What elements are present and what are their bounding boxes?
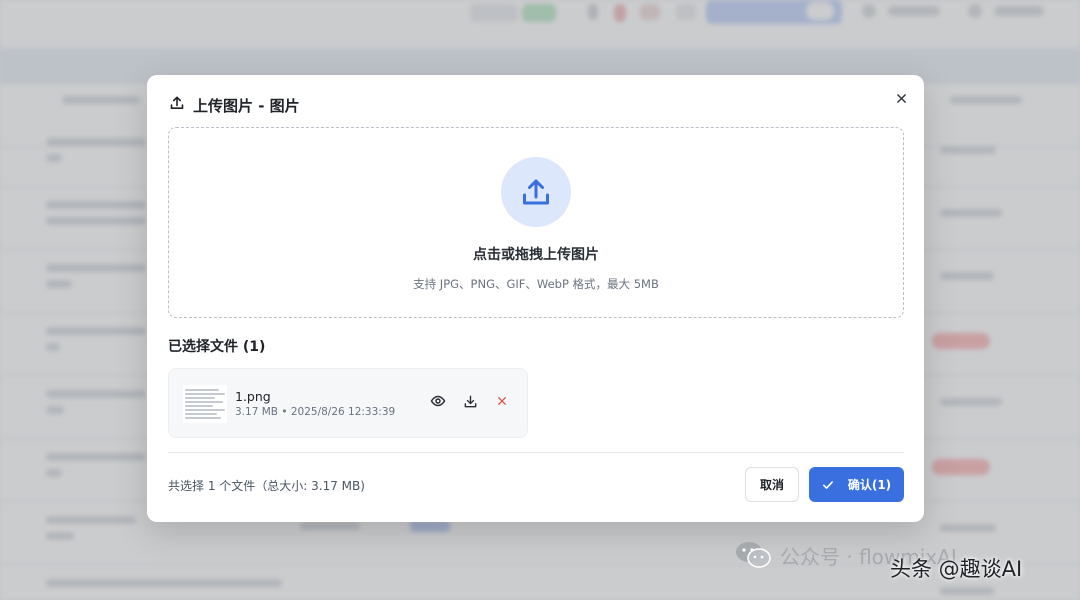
footer-divider xyxy=(168,452,904,453)
file-thumbnail[interactable] xyxy=(183,385,227,423)
dropzone-title: 点击或拖拽上传图片 xyxy=(473,247,599,263)
download-button[interactable] xyxy=(461,392,479,410)
upload-icon xyxy=(169,95,185,115)
cancel-button[interactable]: 取消 xyxy=(745,467,799,502)
file-card: 1.png 3.17 MB • 2025/8/26 12:33:39 xyxy=(168,368,528,438)
file-name: 1.png xyxy=(235,389,271,404)
dialog-header: 上传图片 - 图片 xyxy=(169,93,300,117)
download-icon xyxy=(464,395,476,407)
remove-file-button[interactable] xyxy=(493,392,511,410)
upload-tray-icon xyxy=(523,179,549,205)
file-meta: 3.17 MB • 2025/8/26 12:33:39 xyxy=(235,406,396,418)
remove-icon xyxy=(498,397,506,405)
selected-files-heading: 已选择文件 (1) xyxy=(168,339,266,355)
dialog-title: 上传图片 - 图片 xyxy=(193,96,300,115)
upload-circle xyxy=(501,157,571,227)
upload-dropzone[interactable]: 点击或拖拽上传图片 支持 JPG、PNG、GIF、WebP 格式，最大 5MB xyxy=(168,127,904,318)
cancel-label: 取消 xyxy=(759,478,784,492)
preview-button[interactable] xyxy=(429,392,447,410)
dropzone-hint: 支持 JPG、PNG、GIF、WebP 格式，最大 5MB xyxy=(413,277,659,291)
file-actions xyxy=(429,392,511,410)
confirm-label: 确认(1) xyxy=(847,478,892,492)
close-icon xyxy=(896,93,906,103)
check-icon xyxy=(822,480,833,489)
selection-summary: 共选择 1 个文件（总大小: 3.17 MB) xyxy=(168,479,365,493)
watermark-author: 头条 @趣谈AI xyxy=(890,557,1023,581)
confirm-button[interactable]: 确认(1) xyxy=(809,467,904,502)
eye-icon xyxy=(430,395,446,407)
upload-dialog: 上传图片 - 图片 点击或拖拽上传图片 支持 JPG、PNG、GIF、WebP … xyxy=(147,75,924,522)
wechat-icon xyxy=(736,542,771,568)
close-button[interactable] xyxy=(890,87,912,109)
